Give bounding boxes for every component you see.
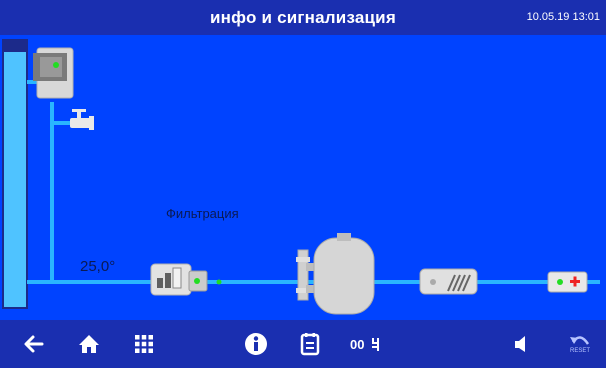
bottom-toolbar: 00 RESET: [0, 320, 606, 368]
pool-scheme: Фильтрация 25,0°: [0, 35, 606, 320]
header-bar: инфо и сигнализация 10.05.19 13:01: [0, 0, 606, 35]
filtration-label: Фильтрация: [166, 206, 239, 221]
datetime-display: 10.05.19 13:01: [526, 11, 600, 23]
sand-filter[interactable]: [296, 233, 375, 315]
reset-label: RESET: [569, 347, 590, 354]
dosing-device[interactable]: [547, 271, 588, 293]
grid-icon: [135, 335, 153, 353]
temperature-readout: 25,0°: [80, 258, 116, 275]
menu-button[interactable]: [126, 320, 162, 368]
counter-button[interactable]: 00: [345, 320, 385, 368]
pump-device[interactable]: [150, 263, 222, 296]
home-button[interactable]: [71, 320, 107, 368]
sound-button[interactable]: [504, 320, 540, 368]
arrow-left-icon: [24, 335, 44, 353]
reset-button[interactable]: RESET: [562, 320, 598, 368]
pipe-network: [27, 80, 600, 284]
home-icon: [79, 335, 99, 353]
notepad-icon: [300, 333, 320, 356]
reset-icon: [570, 335, 590, 345]
skimmer-device[interactable]: [33, 47, 74, 99]
page-title: инфо и сигнализация: [210, 8, 396, 27]
info-button[interactable]: [238, 320, 274, 368]
info-icon: [245, 333, 267, 355]
heater-device[interactable]: [419, 268, 478, 295]
tap-icon: [70, 109, 94, 130]
log-button[interactable]: [292, 320, 328, 368]
back-button[interactable]: [16, 320, 52, 368]
counter-label: 00: [350, 337, 364, 352]
speaker-icon: [515, 336, 525, 352]
pool-scheme-svg: [2, 39, 600, 315]
pool-basin: [2, 39, 28, 309]
counter-icon: 00: [350, 337, 379, 352]
